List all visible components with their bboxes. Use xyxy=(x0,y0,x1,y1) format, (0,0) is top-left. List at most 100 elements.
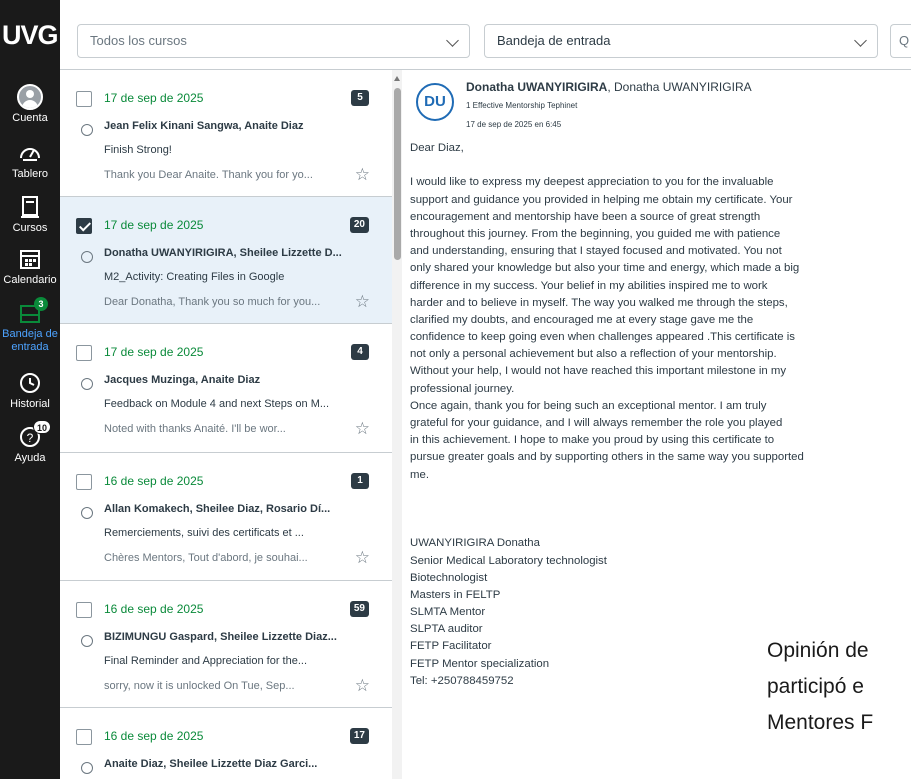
conversation-list: 17 de sep de 2025 5 Jean Felix Kinani Sa… xyxy=(60,70,392,779)
message-line: difference in my success. Your belief in… xyxy=(410,279,768,292)
conversation-item[interactable]: 16 de sep de 2025 1 Allan Komakech, Shei… xyxy=(60,453,392,581)
conversation-subject: Remerciements, suivi des certificats et … xyxy=(104,527,304,539)
scrollbar-thumb[interactable] xyxy=(394,88,401,260)
nav-item-account[interactable]: Cuenta xyxy=(0,84,60,124)
nav-label: Calendario xyxy=(3,274,57,286)
conversation-preview: Chères Mentors, Tout d'abord, je souhai.… xyxy=(104,552,308,564)
message-line: me. xyxy=(410,468,429,481)
chevron-down-icon xyxy=(854,34,867,47)
nav-item-courses[interactable]: Cursos xyxy=(0,194,60,234)
nav-item-history[interactable]: Historial xyxy=(0,370,60,410)
nav-label: Cuenta xyxy=(12,112,48,124)
message-line xyxy=(410,501,910,518)
recipient-names: , Donatha UWANYIRIGIRA xyxy=(607,80,752,94)
nav-item-inbox[interactable]: 3 Bandeja de entrada xyxy=(0,297,60,354)
mailbox-filter-select[interactable]: Bandeja de entrada xyxy=(484,24,878,58)
brand-logo[interactable]: UVG xyxy=(0,20,60,51)
signature-line: Masters in FELTP xyxy=(410,588,501,601)
message-line: and understanding, ensuring that I staye… xyxy=(410,245,782,258)
inbox-unread-badge: 3 xyxy=(34,297,48,311)
conversation-item-selected[interactable]: 17 de sep de 2025 20 Donatha UWANYIRIGIR… xyxy=(60,197,392,324)
conversation-checkbox[interactable] xyxy=(76,474,92,490)
conversation-item[interactable]: 17 de sep de 2025 5 Jean Felix Kinani Sa… xyxy=(60,70,392,197)
conversation-checkbox[interactable] xyxy=(76,91,92,107)
message-line: confidence to keep going even when chall… xyxy=(410,331,795,344)
message-line xyxy=(410,157,910,174)
unread-toggle[interactable] xyxy=(81,378,93,390)
overlay-caption: Opinión de participó e Mentores F xyxy=(767,633,873,741)
conversation-participants: BIZIMUNGU Gaspard, Sheilee Lizzette Diaz… xyxy=(104,631,337,643)
message-line: throughout this journey. From the beginn… xyxy=(410,227,781,240)
star-icon[interactable]: ☆ xyxy=(355,549,370,566)
course-filter-select[interactable]: Todos los cursos xyxy=(77,24,470,58)
global-nav: UVG Cuenta Tablero Cursos Calendario 3 B… xyxy=(0,0,60,779)
nav-item-dashboard[interactable]: Tablero xyxy=(0,140,60,180)
star-icon[interactable]: ☆ xyxy=(355,293,370,310)
conversation-date: 16 de sep de 2025 xyxy=(104,729,204,743)
mailbox-filter-value: Bandeja de entrada xyxy=(497,33,611,48)
message-line: Without your help, I would not have reac… xyxy=(410,365,787,378)
unread-toggle[interactable] xyxy=(81,635,93,647)
conversation-checkbox[interactable] xyxy=(76,345,92,361)
message-line: Dear Diaz, xyxy=(410,142,464,154)
conversation-item[interactable]: 16 de sep de 2025 17 Anaite Diaz, Sheile… xyxy=(60,708,392,779)
conversation-participants: Donatha UWANYIRIGIRA, Sheilee Lizzette D… xyxy=(104,247,342,259)
scroll-up-arrow-icon[interactable] xyxy=(394,76,400,81)
courses-icon xyxy=(21,196,39,218)
message-count-badge: 5 xyxy=(351,90,369,106)
message-line: grateful for your guidance, and I will a… xyxy=(410,417,783,429)
chevron-down-icon xyxy=(446,34,459,47)
unread-toggle[interactable] xyxy=(81,507,93,519)
conversation-participants: Anaite Diaz, Sheilee Lizzette Diaz Garci… xyxy=(104,758,318,770)
overlay-caption-line: participó e xyxy=(767,675,864,698)
conversation-date: 16 de sep de 2025 xyxy=(104,474,204,488)
sender-name: Donatha UWANYIRIGIRA xyxy=(466,80,608,94)
calendar-icon xyxy=(20,250,40,269)
message-line xyxy=(410,518,910,535)
message-line: professional journey. xyxy=(410,382,515,395)
conversation-subject: Final Reminder and Appreciation for the.… xyxy=(104,655,308,667)
message-sender: Donatha UWANYIRIGIRA, Donatha UWANYIRIGI… xyxy=(466,80,752,94)
overlay-caption-line: Opinión de xyxy=(767,639,869,662)
nav-item-calendar[interactable]: Calendario xyxy=(0,246,60,286)
conversation-preview: Dear Donatha, Thank you so much for you.… xyxy=(104,296,321,308)
message-line: harder and to believe in myself. The way… xyxy=(410,296,788,309)
signature-line: Senior Medical Laboratory technologist xyxy=(410,554,607,567)
conversation-date: 17 de sep de 2025 xyxy=(104,91,204,105)
message-line: I would like to express my deepest appre… xyxy=(410,176,774,189)
message-count-badge: 59 xyxy=(349,601,369,617)
conversation-checkbox[interactable] xyxy=(76,602,92,618)
conversation-item[interactable]: 17 de sep de 2025 4 Jacques Muzinga, Ana… xyxy=(60,324,392,453)
conversation-subject: M2_Activity: Creating Files in Google xyxy=(104,271,285,283)
conversation-date: 17 de sep de 2025 xyxy=(104,345,204,359)
nav-item-help[interactable]: ? 10 Ayuda xyxy=(0,420,60,464)
unread-toggle[interactable] xyxy=(81,124,93,136)
nav-label: Bandeja de entrada xyxy=(2,328,58,353)
inbox-toolbar: Todos los cursos Bandeja de entrada Q xyxy=(60,0,911,70)
unread-toggle[interactable] xyxy=(81,251,93,263)
conversation-participants: Allan Komakech, Sheilee Diaz, Rosario Dí… xyxy=(104,503,331,515)
star-icon[interactable]: ☆ xyxy=(355,677,370,694)
conversation-preview: Thank you Dear Anaite. Thank you for yo.… xyxy=(104,169,313,181)
sender-avatar[interactable]: DU xyxy=(416,83,454,121)
conversation-checkbox[interactable] xyxy=(76,218,92,234)
conversation-item[interactable]: 16 de sep de 2025 59 BIZIMUNGU Gaspard, … xyxy=(60,581,392,708)
history-icon xyxy=(20,373,40,393)
star-icon[interactable]: ☆ xyxy=(355,166,370,183)
signature-line: SLMTA Mentor xyxy=(410,606,486,619)
message-line: pursue greater goals and by supporting o… xyxy=(410,451,804,464)
overlay-caption-line: Mentores F xyxy=(767,711,874,734)
conversation-date: 16 de sep de 2025 xyxy=(104,602,204,616)
unread-toggle[interactable] xyxy=(81,762,93,774)
message-course: 1 Effective Mentorship Tephinet xyxy=(466,101,578,110)
star-icon[interactable]: ☆ xyxy=(355,420,370,437)
svg-text:?: ? xyxy=(27,431,34,445)
message-line: Once again, thank you for being such an … xyxy=(410,399,767,412)
message-count-badge: 1 xyxy=(351,473,369,489)
message-count-badge: 4 xyxy=(351,344,369,360)
message-count-badge: 20 xyxy=(349,217,369,233)
signature-line: UWANYIRIGIRA Donatha xyxy=(410,537,540,550)
conversation-checkbox[interactable] xyxy=(76,729,92,745)
account-icon xyxy=(17,84,43,110)
search-input[interactable]: Q xyxy=(890,24,911,58)
